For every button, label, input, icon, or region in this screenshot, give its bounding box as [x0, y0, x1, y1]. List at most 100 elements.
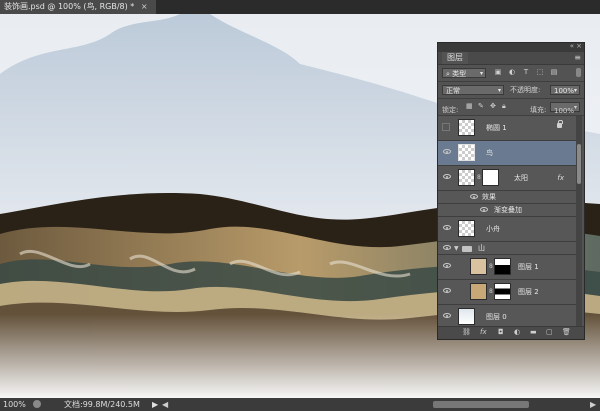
expand-triangle-icon[interactable]: ▼ — [454, 245, 459, 252]
group-row-mountain[interactable]: ▼ 山 — [438, 242, 576, 255]
layer-row-boat[interactable]: 小舟 — [438, 217, 576, 242]
new-layer-icon[interactable]: ▢ — [546, 328, 553, 336]
effect-name: 渐变叠加 — [494, 206, 522, 214]
layer-thumbnail — [470, 258, 487, 275]
chevron-down-icon: ▾ — [497, 87, 501, 94]
eye-icon[interactable] — [443, 149, 451, 154]
scrollbar-thumb[interactable] — [577, 144, 581, 184]
layer-name: 太阳 — [514, 174, 528, 182]
layer-row-layer2[interactable]: 8 图层 2 — [438, 280, 576, 305]
zoom-level[interactable]: 100% — [3, 398, 26, 411]
blend-mode-select[interactable]: 正常 ▾ — [442, 85, 504, 95]
horizontal-scrollbar-thumb[interactable] — [433, 401, 529, 408]
scroll-left-icon[interactable]: ◀ — [162, 398, 168, 411]
blend-row: 正常 ▾ 不透明度: 100% ▾ — [438, 82, 584, 99]
lock-paint-icon[interactable]: ✎ — [478, 102, 484, 110]
eye-icon[interactable] — [470, 194, 478, 199]
layer-name: 图层 1 — [518, 263, 539, 271]
lock-position-icon[interactable]: ✥ — [490, 102, 496, 110]
layers-scrollbar[interactable] — [576, 116, 582, 328]
lock-all-icon[interactable]: 🔒︎ — [502, 102, 506, 111]
panel-drag-bar[interactable]: « × — [438, 42, 584, 52]
status-bar: 100% 文档:99.8M/240.5M ▶ ◀ ▶ — [0, 398, 600, 411]
layer-mask-thumbnail — [494, 283, 511, 300]
document-tab-title: 装饰画.psd @ 100% (鸟, RGB/8) * — [4, 2, 135, 11]
eye-icon[interactable] — [443, 263, 451, 268]
blend-mode-value: 正常 — [446, 87, 460, 95]
eye-icon[interactable] — [443, 174, 451, 179]
layer-name: 鸟 — [486, 149, 493, 157]
fill-field[interactable]: 100% ▾ — [550, 102, 580, 115]
layer-row-layer0[interactable]: 图层 0 — [438, 305, 576, 328]
opacity-label: 不透明度: — [510, 86, 541, 94]
document-tab[interactable]: 装饰画.psd @ 100% (鸟, RGB/8) * × — [0, 0, 156, 14]
link-icon: 8 — [477, 174, 481, 181]
layer-name: 椭圆 1 — [486, 124, 507, 132]
layers-panel: « × 图层 ≡ ⌕ 类型 ▾ ▣ ◐ T ⬚ ▤ 正常 ▾ 不透明度: 100… — [437, 42, 585, 340]
layer-mask-thumbnail — [482, 169, 499, 186]
opacity-field[interactable]: 100% ▾ — [550, 85, 580, 95]
panel-bottom-bar: ⛓ fx ◘ ◐ ▬ ▢ 🗑︎ — [438, 326, 584, 339]
layer-name: 图层 0 — [486, 313, 507, 321]
lock-row: 锁定: ▦ ✎ ✥ 🔒︎ 填充: 100% ▾ — [438, 99, 584, 116]
layer-thumbnail — [470, 283, 487, 300]
opacity-value: 100% — [554, 87, 575, 95]
panel-close-icon[interactable]: × — [576, 42, 582, 50]
document-size: 文档:99.8M/240.5M — [64, 400, 140, 409]
eye-icon[interactable] — [480, 207, 488, 212]
layer-thumbnail — [458, 144, 475, 161]
panel-title[interactable]: 图层 — [442, 52, 468, 64]
layer-thumbnail — [458, 169, 475, 186]
layer-row-layer1[interactable]: 8 图层 1 — [438, 255, 576, 280]
delete-layer-icon[interactable]: 🗑︎ — [562, 328, 571, 336]
smart-object-filter-icon[interactable]: ▤ — [550, 68, 558, 76]
layer-list: 椭圆 1 鸟 8 太阳 fx 效果 渐变叠加 小舟 ▼ 山 8 图层 1 8 图… — [438, 116, 576, 328]
link-icon: 8 — [489, 263, 493, 270]
visibility-toggle[interactable] — [442, 123, 450, 131]
filter-kind-select[interactable]: ⌕ 类型 ▾ — [442, 68, 486, 78]
effects-label: 效果 — [482, 193, 496, 201]
lock-icon — [557, 120, 563, 128]
status-icon[interactable] — [33, 400, 41, 408]
close-tab-icon[interactable]: × — [141, 2, 148, 11]
scroll-right-icon[interactable]: ▶ — [590, 398, 596, 411]
fx-icon[interactable]: fx — [557, 166, 564, 190]
add-mask-icon[interactable]: ◘ — [498, 328, 504, 336]
layer-name: 图层 2 — [518, 288, 539, 296]
link-layers-icon[interactable]: ⛓ — [462, 328, 471, 336]
layer-row-bird[interactable]: 鸟 — [438, 141, 576, 166]
eye-icon[interactable] — [443, 225, 451, 230]
group-name: 山 — [478, 244, 485, 252]
layer-thumbnail — [458, 119, 475, 136]
effects-row[interactable]: 效果 — [438, 191, 576, 204]
panel-menu-icon[interactable]: ≡ — [574, 52, 581, 64]
eye-icon[interactable] — [443, 245, 451, 250]
document-tab-bar: 装饰画.psd @ 100% (鸟, RGB/8) * × — [0, 0, 600, 14]
new-group-icon[interactable]: ▬ — [530, 328, 537, 336]
eye-icon[interactable] — [443, 288, 451, 293]
adjustment-filter-icon[interactable]: ◐ — [508, 68, 516, 76]
collapse-icon[interactable]: « — [570, 42, 574, 50]
type-filter-icon[interactable]: T — [522, 68, 530, 76]
layer-row-ellipse[interactable]: 椭圆 1 — [438, 116, 576, 141]
panel-header: 图层 ≡ — [438, 52, 584, 65]
link-icon: 8 — [489, 288, 493, 295]
pixel-filter-icon[interactable]: ▣ — [494, 68, 502, 76]
chevron-down-icon: ▾ — [479, 70, 483, 77]
effect-gradient-overlay-row[interactable]: 渐变叠加 — [438, 204, 576, 217]
status-menu-arrow-icon[interactable]: ▶ — [152, 398, 158, 411]
add-style-icon[interactable]: fx — [480, 328, 487, 336]
layer-thumbnail — [458, 308, 475, 325]
chevron-down-icon: ▾ — [573, 104, 577, 111]
layer-mask-thumbnail — [494, 258, 511, 275]
layer-row-sun[interactable]: 8 太阳 fx — [438, 166, 576, 191]
eye-icon[interactable] — [443, 313, 451, 318]
chevron-down-icon: ▾ — [573, 87, 577, 94]
lock-transparent-icon[interactable]: ▦ — [466, 102, 473, 110]
folder-icon — [462, 246, 472, 252]
layer-thumbnail — [458, 220, 475, 237]
shape-filter-icon[interactable]: ⬚ — [536, 68, 544, 76]
new-adjustment-icon[interactable]: ◐ — [514, 328, 520, 336]
filter-toggle[interactable] — [576, 68, 581, 77]
layer-name: 小舟 — [486, 225, 500, 233]
